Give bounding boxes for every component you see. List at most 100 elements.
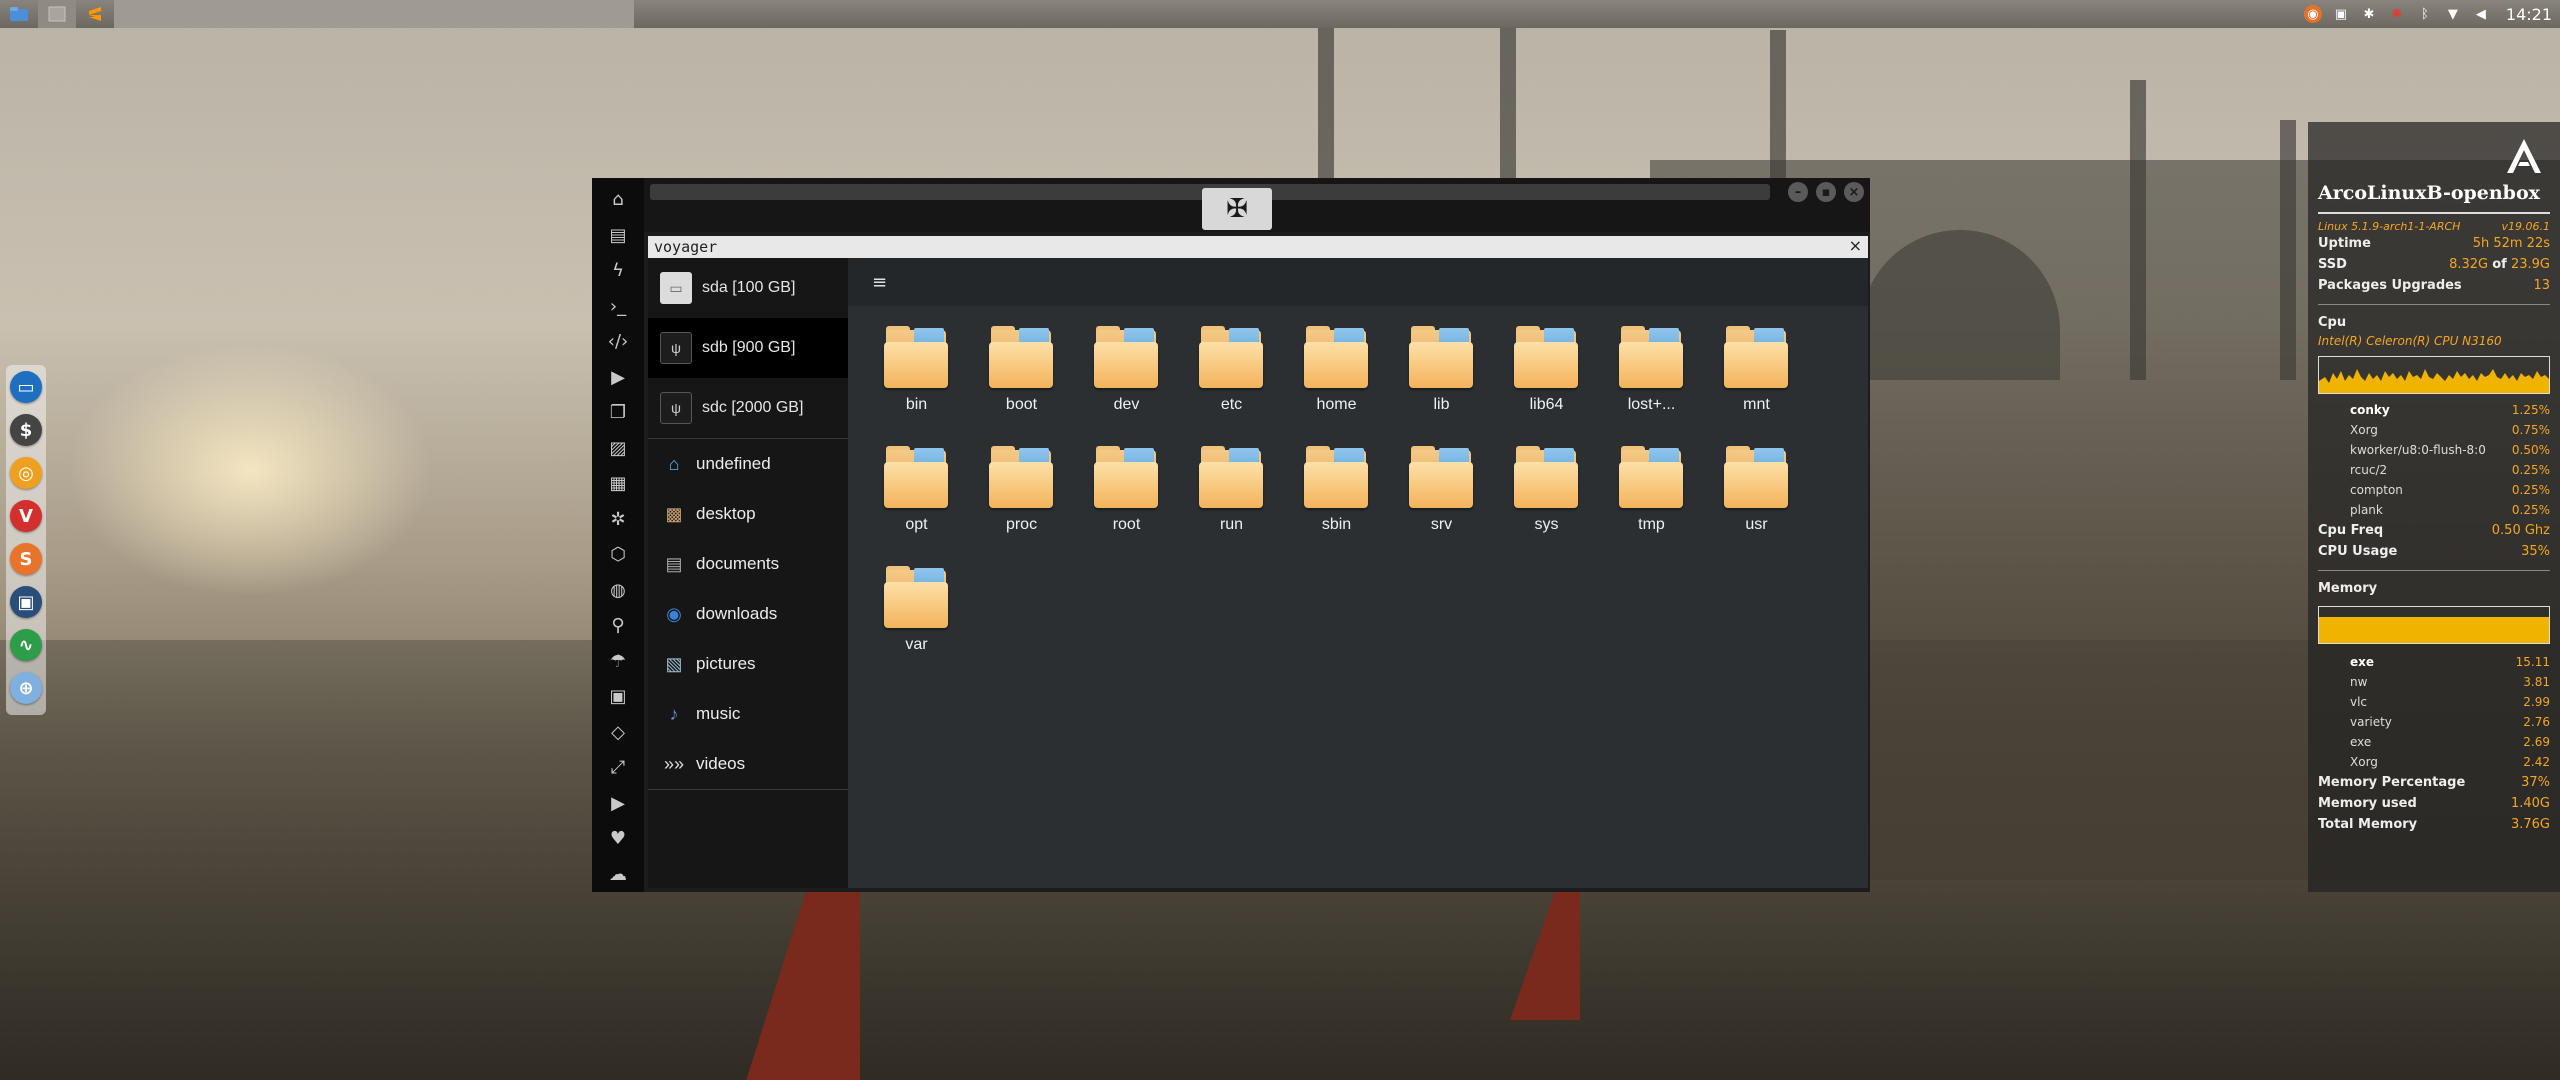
folder-icon bbox=[1198, 444, 1265, 510]
folder-item[interactable]: home bbox=[1284, 318, 1389, 438]
folder-item[interactable]: proc bbox=[969, 438, 1074, 558]
folder-icon bbox=[1198, 324, 1265, 390]
device-sda[interactable]: ▭ sda [100 GB] bbox=[648, 258, 848, 318]
ssd-label: SSD bbox=[2318, 257, 2347, 272]
maximize-button[interactable]: ▪ bbox=[1816, 182, 1836, 202]
bluetooth-status-icon[interactable]: ᛒ bbox=[2416, 5, 2434, 23]
place-downloads[interactable]: ◉ downloads bbox=[648, 589, 848, 639]
cloud-icon[interactable]: ☁ bbox=[603, 857, 633, 893]
device-sdc[interactable]: ψ sdc [2000 GB] bbox=[648, 378, 848, 438]
pictures-icon: ▧ bbox=[665, 653, 683, 674]
screenshot-icon[interactable]: ▣ bbox=[10, 586, 42, 618]
play-icon[interactable]: ▶ bbox=[603, 360, 633, 396]
divider bbox=[2318, 570, 2550, 571]
place-undefined[interactable]: ⌂ undefined bbox=[648, 439, 848, 489]
diamond-code-icon[interactable]: ◇ bbox=[603, 715, 633, 751]
folder-item[interactable]: run bbox=[1179, 438, 1284, 558]
mem-process-row: exe 15.11 bbox=[2350, 655, 2550, 669]
folder-item[interactable]: etc bbox=[1179, 318, 1284, 438]
home-icon[interactable]: ⌂ bbox=[603, 182, 633, 218]
image-viewer-icon[interactable]: ▣ bbox=[2332, 5, 2350, 23]
close-button[interactable]: × bbox=[1844, 182, 1864, 202]
workspace-button[interactable] bbox=[38, 0, 76, 28]
terminal-icon[interactable]: ›_ bbox=[603, 289, 633, 325]
mem-process-row: nw 3.81 bbox=[2350, 675, 2550, 689]
lifebuoy-icon[interactable]: ◎ bbox=[10, 457, 42, 489]
place-desktop[interactable]: ▩ desktop bbox=[648, 489, 848, 539]
file-manager-launcher[interactable] bbox=[0, 0, 38, 28]
document-icon[interactable]: ▤ bbox=[603, 218, 633, 254]
desktop-icon: ▩ bbox=[665, 503, 683, 524]
folder-icon bbox=[1408, 444, 1475, 510]
cpu-graph bbox=[2318, 356, 2550, 394]
image-icon[interactable]: ▨ bbox=[603, 431, 633, 467]
folder-item[interactable]: sys bbox=[1494, 438, 1599, 558]
memory-percentage-label: Memory Percentage bbox=[2318, 775, 2466, 790]
folder-item[interactable]: lost+... bbox=[1599, 318, 1704, 438]
clock[interactable]: 14:21 bbox=[2506, 5, 2552, 24]
youtube-icon[interactable]: ▶ bbox=[603, 786, 633, 822]
folder-item[interactable]: lib bbox=[1389, 318, 1494, 438]
minimize-button[interactable]: – bbox=[1788, 182, 1808, 202]
folder-item[interactable]: root bbox=[1074, 438, 1179, 558]
packages-label: Packages Upgrades bbox=[2318, 278, 2462, 293]
volume-icon[interactable]: ◀ bbox=[2472, 5, 2490, 23]
memory-used-row: Memory used 1.40G bbox=[2318, 793, 2550, 814]
expand-icon[interactable]: ⤢ bbox=[603, 750, 633, 786]
heart-icon[interactable]: ♥ bbox=[603, 821, 633, 857]
system-monitor-icon[interactable]: ∿ bbox=[10, 629, 42, 661]
hexagon-icon[interactable]: ⬡ bbox=[603, 537, 633, 573]
globe-icon[interactable]: ◍ bbox=[603, 573, 633, 609]
hamburger-menu-icon[interactable]: ≡ bbox=[872, 272, 892, 293]
folder-item[interactable]: sbin bbox=[1284, 438, 1389, 558]
web-browser-icon[interactable]: ⊕ bbox=[10, 672, 42, 704]
sublime-launcher[interactable] bbox=[76, 0, 114, 28]
device-label: sdc [2000 GB] bbox=[702, 399, 804, 416]
update-icon[interactable]: ✺ bbox=[2388, 5, 2406, 23]
folder-item[interactable]: usr bbox=[1704, 438, 1809, 558]
cpu-process-list: conky 1.25% Xorg 0.75% kworker/u8:0-flush-… bbox=[2318, 400, 2550, 520]
folder-icon bbox=[1303, 324, 1370, 390]
folder-label: lib64 bbox=[1529, 396, 1564, 413]
cpu-process-row: conky 1.25% bbox=[2350, 403, 2550, 417]
taskbar-area[interactable] bbox=[114, 0, 634, 28]
folder-item[interactable]: opt bbox=[864, 438, 969, 558]
place-label: desktop bbox=[696, 504, 756, 523]
app-close-button[interactable]: × bbox=[1849, 236, 1862, 255]
folder-label: sbin bbox=[1321, 516, 1352, 533]
window-manager-icon[interactable]: ▭ bbox=[10, 371, 42, 403]
folder-item[interactable]: var bbox=[864, 558, 969, 678]
sublime-icon[interactable]: S bbox=[10, 543, 42, 575]
place-documents[interactable]: ▤ documents bbox=[648, 539, 848, 589]
lightning-icon[interactable]: ϟ bbox=[603, 253, 633, 289]
folder-item[interactable]: srv bbox=[1389, 438, 1494, 558]
place-music[interactable]: ♪ music bbox=[648, 689, 848, 739]
search-icon[interactable]: ⚲ bbox=[603, 608, 633, 644]
divider bbox=[2318, 304, 2550, 305]
bluetooth-icon[interactable]: ✱ bbox=[2360, 5, 2378, 23]
place-videos[interactable]: »» videos bbox=[648, 739, 848, 789]
folder-item[interactable]: tmp bbox=[1599, 438, 1704, 558]
umbrella-icon[interactable]: ☂ bbox=[603, 644, 633, 680]
contacts-icon[interactable]: ▣ bbox=[603, 679, 633, 715]
place-pictures[interactable]: ▧ pictures bbox=[648, 639, 848, 689]
copy-icon[interactable]: ❐ bbox=[603, 395, 633, 431]
money-manager-icon[interactable]: $ bbox=[10, 414, 42, 446]
file-toolbar: ≡ bbox=[848, 258, 1868, 306]
title-bar[interactable]: ✠ – ▪ × bbox=[644, 178, 1870, 232]
folder-item[interactable]: mnt bbox=[1704, 318, 1809, 438]
wifi-icon[interactable]: ▼ bbox=[2444, 5, 2462, 23]
folder-item[interactable]: lib64 bbox=[1494, 318, 1599, 438]
folder-item[interactable]: dev bbox=[1074, 318, 1179, 438]
vivaldi-icon[interactable]: V bbox=[10, 500, 42, 532]
folder-item[interactable]: boot bbox=[969, 318, 1074, 438]
ubuntu-icon[interactable]: ◉ bbox=[2303, 5, 2322, 23]
rebel-logo-icon: ✠ bbox=[1202, 188, 1272, 230]
folder-item[interactable]: bin bbox=[864, 318, 969, 438]
wallpaper-minaret bbox=[2280, 120, 2296, 380]
device-sdb[interactable]: ψ sdb [900 GB] bbox=[648, 318, 848, 378]
id-card-icon[interactable]: ▦ bbox=[603, 466, 633, 502]
code-icon[interactable]: ‹/› bbox=[603, 324, 633, 360]
settings-icon[interactable]: ✲ bbox=[603, 502, 633, 538]
mem-process-row: variety 2.76 bbox=[2350, 715, 2550, 729]
